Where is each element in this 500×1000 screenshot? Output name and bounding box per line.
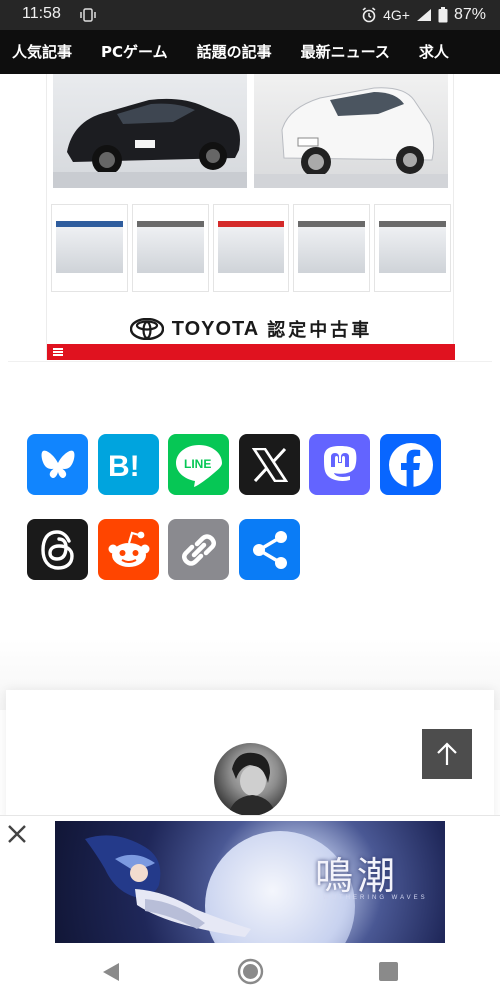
share-native-button[interactable] <box>239 519 300 580</box>
banner-title: 鳴潮 <box>315 854 400 898</box>
game-banner[interactable]: 鳴潮 WUTHERING WAVES <box>55 821 445 943</box>
battery-icon <box>438 7 448 23</box>
banner-subtitle: WUTHERING WAVES <box>323 895 428 901</box>
toyota-ad[interactable]: TOYOTA 認定中古車 <box>46 74 455 360</box>
svg-text:B!: B! <box>108 450 140 482</box>
status-time: 11:58 <box>22 5 61 22</box>
category-nav: 人気記事 PCゲーム 話題の記事 最新ニュース 求人 <box>0 30 500 74</box>
thumbnail-card[interactable] <box>51 204 128 292</box>
facebook-icon <box>388 442 433 488</box>
network-type: 4G+ <box>383 7 410 23</box>
close-icon[interactable] <box>6 823 28 845</box>
thumbnail-card[interactable] <box>293 204 371 292</box>
bluesky-icon <box>41 450 74 478</box>
bottom-ad: 鳴潮 WUTHERING WAVES <box>0 815 500 947</box>
nav-item-jobs[interactable]: 求人 <box>407 30 466 74</box>
toyota-brand-text: TOYOTA <box>171 317 260 340</box>
vibrate-icon <box>80 8 96 22</box>
line-icon: LINE <box>175 444 222 487</box>
nav-item-popular[interactable]: 人気記事 <box>0 30 89 74</box>
thumbnail-card[interactable] <box>374 204 451 292</box>
share-facebook-button[interactable] <box>380 434 441 495</box>
car-image-white[interactable] <box>254 74 448 188</box>
threads-icon <box>40 529 74 570</box>
menu-icon[interactable] <box>53 348 63 356</box>
thumbnail-card[interactable] <box>212 204 290 292</box>
link-icon <box>181 533 216 566</box>
share-hatena-button[interactable]: B! <box>98 434 159 495</box>
signal-icon <box>416 9 431 21</box>
banner-character <box>85 835 251 937</box>
home-icon[interactable] <box>237 958 264 985</box>
x-icon <box>251 447 288 482</box>
dealer-thumbnails <box>51 204 451 292</box>
share-reddit-button[interactable] <box>98 519 159 580</box>
battery-percent: 87% <box>453 6 486 23</box>
alarm-icon <box>362 7 376 23</box>
share-line-button[interactable]: LINE <box>168 434 229 495</box>
screen: 11:58 4G+ 87% 人気記事 PCゲーム 話題の記事 最新ニュース 求人… <box>0 0 500 1000</box>
nav-item-pc-games[interactable]: PCゲーム <box>89 30 185 74</box>
divider <box>8 361 492 362</box>
status-bar: 11:58 4G+ 87% <box>0 0 500 30</box>
hatena-icon: B! <box>108 450 140 482</box>
arrow-up-icon <box>437 742 457 765</box>
reddit-icon <box>108 531 149 567</box>
nav-item-trending[interactable]: 話題の記事 <box>185 30 289 74</box>
share-copy-link-button[interactable] <box>168 519 229 580</box>
toyota-brand-bar[interactable]: TOYOTA 認定中古車 <box>47 314 455 344</box>
share-x-button[interactable] <box>239 434 300 495</box>
status-right: 4G+ 87% <box>361 5 486 25</box>
author-avatar[interactable] <box>214 743 287 816</box>
ad-red-bar <box>47 344 455 360</box>
system-navigation <box>0 947 500 1000</box>
recents-icon[interactable] <box>379 962 398 981</box>
thumbnail-card[interactable] <box>131 204 209 292</box>
svg-text:LINE: LINE <box>184 457 211 471</box>
scroll-to-top-button[interactable] <box>422 729 472 779</box>
certified-used-text: 認定中古車 <box>267 320 373 341</box>
toyota-logo-icon <box>129 318 164 340</box>
share-mastodon-button[interactable] <box>309 434 370 495</box>
car-image-black[interactable] <box>53 74 247 188</box>
back-icon[interactable] <box>100 961 122 983</box>
nav-item-latest-news[interactable]: 最新ニュース <box>289 30 407 74</box>
share-threads-button[interactable] <box>27 519 88 580</box>
mastodon-icon <box>323 445 356 481</box>
share-icon <box>252 530 287 569</box>
share-bluesky-button[interactable] <box>27 434 88 495</box>
